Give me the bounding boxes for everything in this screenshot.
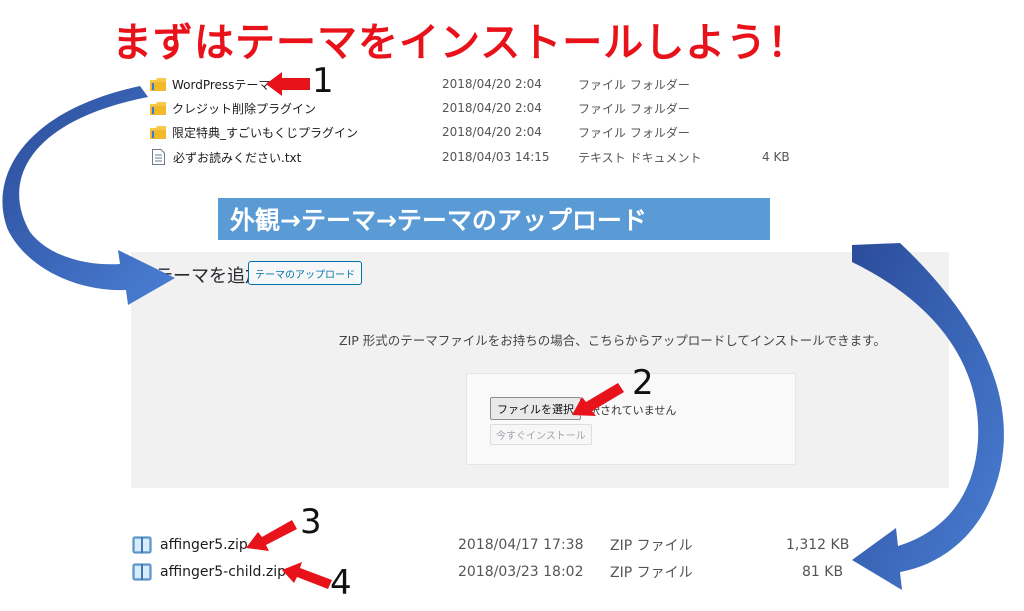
file-type: ファイル フォルダー <box>578 125 690 140</box>
step-number-4: 4 <box>330 563 352 603</box>
file-size: 81 KB <box>802 564 844 580</box>
step-number-2: 2 <box>632 363 654 403</box>
file-row[interactable]: WordPressテーマ 2018/04/20 2:04 ファイル フォルダー <box>150 73 850 95</box>
step-number-3: 3 <box>300 502 322 542</box>
file-name: 必ずお読みください.txt <box>173 150 302 165</box>
instruction-banner: 外観→テーマ→テーマのアップロード <box>218 198 770 240</box>
step-number-1: 1 <box>312 61 334 101</box>
file-row[interactable]: affinger5-child.zip 2018/03/23 18:02 ZIP… <box>132 561 872 583</box>
file-type: テキスト ドキュメント <box>578 150 702 165</box>
headline: まずはテーマをインストールしよう！ <box>112 20 809 66</box>
file-row[interactable]: 限定特典_すごいもくじプラグイン 2018/04/20 2:04 ファイル フォ… <box>150 121 850 143</box>
file-date: 2018/04/20 2:04 <box>442 101 542 115</box>
pointer-arrow-2 <box>572 383 624 416</box>
file-date: 2018/03/23 18:02 <box>458 564 584 580</box>
file-date: 2018/04/20 2:04 <box>442 77 542 91</box>
page-title: テーマを追加 <box>155 266 263 287</box>
file-name: 限定特典_すごいもくじプラグイン <box>172 125 359 140</box>
file-type: ZIP ファイル <box>610 565 693 581</box>
file-date: 2018/04/20 2:04 <box>442 125 542 139</box>
file-name: クレジット削除プラグイン <box>172 101 317 116</box>
upload-description: ZIP 形式のテーマファイルをお持ちの場合、こちらからアップロードしてインストー… <box>339 333 886 348</box>
text-document-icon <box>152 149 165 165</box>
pointer-arrow-4 <box>282 562 332 589</box>
file-row[interactable]: クレジット削除プラグイン 2018/04/20 2:04 ファイル フォルダー <box>150 97 850 119</box>
install-now-button[interactable]: 今すぐインストール <box>490 424 592 445</box>
zip-archive-icon <box>132 536 152 554</box>
upload-theme-button[interactable]: テーマのアップロード <box>248 261 362 285</box>
file-name: affinger5.zip <box>160 537 248 553</box>
file-name: WordPressテーマ <box>172 77 271 92</box>
file-size: 1,312 KB <box>786 537 850 553</box>
choose-file-button[interactable]: ファイルを選択 <box>490 397 581 420</box>
file-row[interactable]: 必ずお読みください.txt 2018/04/03 14:15 テキスト ドキュメ… <box>150 146 850 168</box>
file-type: ファイル フォルダー <box>578 77 690 92</box>
pointer-arrow-3 <box>246 520 297 551</box>
file-date: 2018/04/17 17:38 <box>458 537 584 553</box>
upload-form: ファイルを選択 選択されていません 今すぐインストール <box>466 373 796 465</box>
folder-icon <box>150 125 166 139</box>
file-size: 4 KB <box>762 150 790 164</box>
folder-icon <box>150 101 166 115</box>
folder-icon <box>150 77 166 91</box>
wp-add-theme-panel: テーマを追加 テーマのアップロード ZIP 形式のテーマファイルをお持ちの場合、… <box>131 252 949 488</box>
pointer-arrow-1 <box>266 72 310 96</box>
file-type: ファイル フォルダー <box>578 101 690 116</box>
file-name: affinger5-child.zip <box>160 564 287 580</box>
file-type: ZIP ファイル <box>610 538 693 554</box>
file-date: 2018/04/03 14:15 <box>442 150 550 164</box>
file-row[interactable]: affinger5.zip 2018/04/17 17:38 ZIP ファイル … <box>132 534 872 556</box>
zip-archive-icon <box>132 563 152 581</box>
